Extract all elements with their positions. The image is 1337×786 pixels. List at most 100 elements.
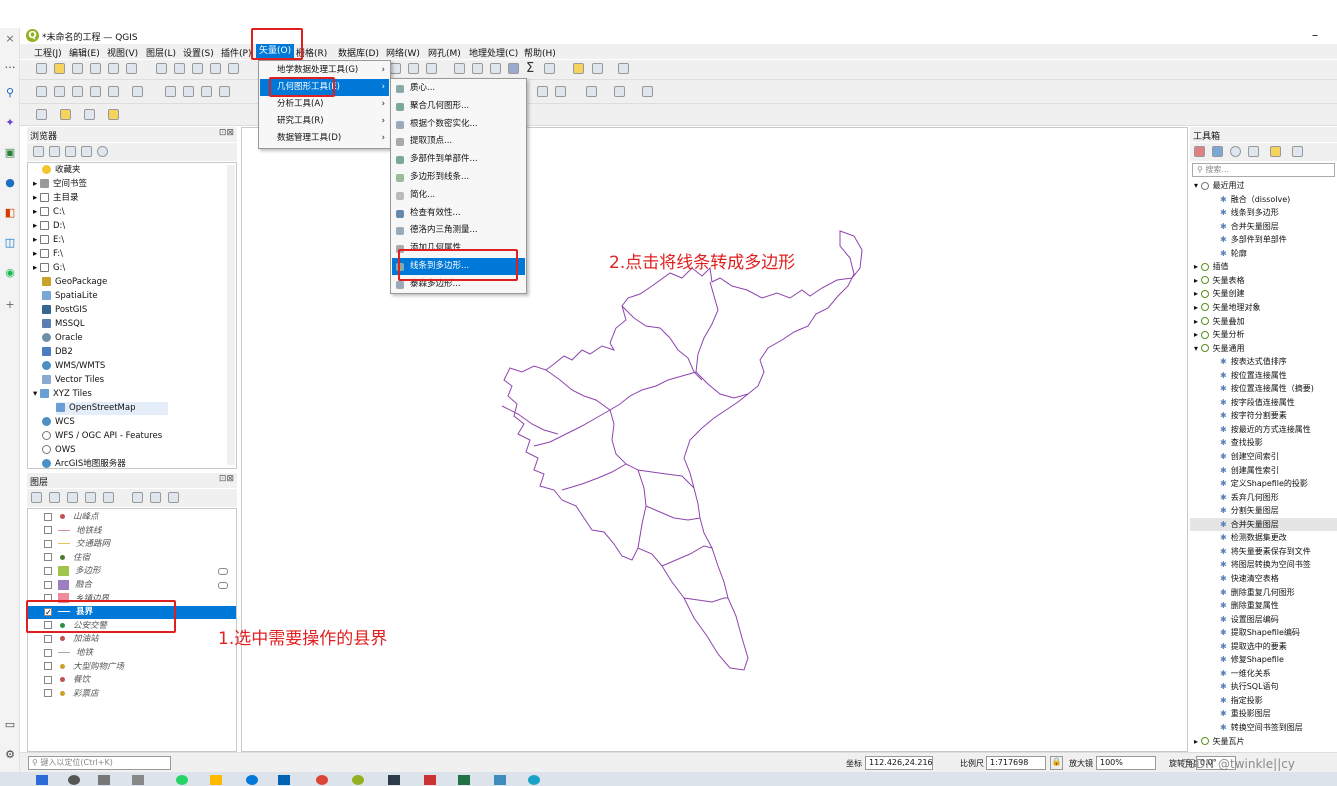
layer-row[interactable]: 加油站	[28, 633, 236, 646]
toolbox-algorithm[interactable]: ✱ 删除重复属性	[1220, 599, 1279, 612]
pan-to-selection-icon[interactable]	[174, 63, 185, 74]
add-csv-icon[interactable]	[108, 86, 119, 97]
map-canvas[interactable]	[241, 127, 1188, 752]
people-icon[interactable]: ●	[3, 176, 17, 190]
toolbox-group[interactable]: ▸ 矢量地理对象	[1194, 301, 1261, 314]
toolbox-algorithm[interactable]: ✱ 按位置连接属性	[1220, 369, 1287, 382]
toolbox-search-input[interactable]: ⚲ 搜索...	[1192, 163, 1335, 177]
toolbox-algorithm[interactable]: ✱ 指定投影	[1220, 694, 1263, 707]
browser-item[interactable]: DB2	[42, 346, 73, 359]
more-icon[interactable]: …	[3, 58, 17, 72]
toolbox-algorithm[interactable]: ✱ 转换空间书签到图层	[1220, 721, 1303, 734]
briefcase-icon[interactable]: ▣	[3, 146, 17, 160]
save-edits-icon[interactable]	[201, 86, 212, 97]
field-calculator-icon[interactable]	[490, 63, 501, 74]
toolbox-group[interactable]: ▸ 矢量创建	[1194, 287, 1245, 300]
toolbox-algorithm[interactable]: ✱ 删除重复几何图形	[1220, 586, 1295, 599]
toolbox-algorithm[interactable]: ✱ 一维化关系	[1220, 667, 1271, 680]
layer-row[interactable]: 彩票店	[28, 688, 236, 701]
browser-item[interactable]: OWS	[42, 444, 76, 457]
toolbox-algorithm[interactable]: ✱ 查找投影	[1220, 436, 1263, 449]
options-wrench-icon[interactable]	[1292, 146, 1303, 157]
info-icon[interactable]	[97, 146, 108, 157]
toolbox-algorithm[interactable]: ✱ 按字符分割要素	[1220, 409, 1287, 422]
layer-row[interactable]: 餐饮	[28, 674, 236, 687]
toolbox-algorithm[interactable]: ✱ 定义Shapefile的投影	[1220, 477, 1308, 490]
layer-visibility-checkbox[interactable]	[44, 526, 52, 535]
browser-item[interactable]: WMS/WMTS	[42, 360, 105, 373]
menu-item-analysis-tools[interactable]: 分析工具(A) ›	[260, 96, 389, 113]
add-group-icon[interactable]	[49, 492, 60, 503]
toolbox-algorithm[interactable]: ✱ 提取选中的要素	[1220, 640, 1287, 653]
toolbox-algorithm[interactable]: ✱ 合并矢量图层	[1190, 517, 1337, 531]
toolbox-group[interactable]: ▾ 最近用过	[1194, 179, 1245, 192]
new-project-icon[interactable]	[36, 63, 47, 74]
explorer-folder-icon[interactable]	[210, 775, 222, 785]
toolbox-algorithm[interactable]: ✱ 重投影图层	[1220, 707, 1271, 720]
submenu-item[interactable]: 聚合几何图形...	[392, 98, 525, 115]
edit-pencil-icon[interactable]	[165, 86, 176, 97]
filter-icon[interactable]	[85, 492, 96, 503]
layer-visibility-checkbox[interactable]	[44, 689, 52, 698]
submenu-item[interactable]: 多部件到单部件...	[392, 151, 525, 168]
outlook-icon[interactable]: ◫	[3, 236, 17, 250]
close-icon[interactable]: ×	[3, 32, 17, 46]
panel-close-icon[interactable]: ⊡⊠	[219, 128, 234, 138]
chevron-right-icon[interactable]: ▸	[1194, 737, 1201, 746]
layer-visibility-checkbox[interactable]	[44, 566, 52, 575]
plugin-icon[interactable]	[642, 86, 653, 97]
digitize-icon[interactable]	[132, 86, 143, 97]
add-icon[interactable]: +	[3, 298, 17, 312]
edge-icon[interactable]	[246, 775, 258, 785]
chrome-icon[interactable]	[316, 775, 328, 785]
panel-close-icon[interactable]: ⊡⊠	[219, 474, 234, 484]
browser-item[interactable]: OpenStreetMap	[56, 402, 168, 415]
menu-processing[interactable]: 地理处理(C)	[469, 46, 518, 59]
layer-visibility-checkbox[interactable]	[44, 512, 52, 521]
measure-icon[interactable]	[544, 63, 555, 74]
toolbox-algorithm[interactable]: ✱ 按位置连接属性（摘要)	[1220, 382, 1314, 395]
submenu-item[interactable]: 质心...	[392, 80, 525, 97]
magnifier-field[interactable]: 100%	[1096, 756, 1156, 770]
menu-item-data-management[interactable]: 数据管理工具(D) ›	[260, 130, 389, 147]
menu-view[interactable]: 视图(V)	[107, 46, 138, 59]
layout-manager-icon[interactable]	[126, 63, 137, 74]
zoom-out-icon[interactable]	[210, 63, 221, 74]
menu-mesh[interactable]: 网孔(M)	[428, 46, 461, 59]
browser-item[interactable]: ▾ XYZ Tiles	[33, 388, 92, 401]
gps-icon[interactable]	[586, 86, 597, 97]
submenu-item[interactable]: 提取顶点...	[392, 133, 525, 150]
add-selected-icon[interactable]	[33, 146, 44, 157]
arcgis-taskbar-icon[interactable]	[388, 775, 400, 785]
select-features-icon[interactable]	[36, 109, 47, 120]
expand-all-icon[interactable]	[132, 492, 143, 503]
manage-themes-icon[interactable]	[67, 492, 78, 503]
taskbar-app-icon[interactable]	[132, 775, 144, 785]
add-vector-icon[interactable]	[72, 86, 83, 97]
chevron-down-icon[interactable]: ▾	[1194, 181, 1201, 190]
qgis-taskbar-icon[interactable]	[352, 775, 364, 785]
layer-visibility-checkbox[interactable]	[44, 662, 52, 671]
chevron-right-icon[interactable]: ▸	[1194, 276, 1201, 285]
layer-row[interactable]: 多边形	[28, 565, 236, 578]
toolbox-group[interactable]: ▸ 矢量叠加	[1194, 315, 1245, 328]
style-icon[interactable]	[31, 492, 42, 503]
text-annotation-icon[interactable]	[618, 63, 629, 74]
refresh-icon[interactable]	[49, 146, 60, 157]
menu-project[interactable]: 工程(J)	[34, 46, 62, 59]
locator-search-input[interactable]: ⚲ 键入以定位(Ctrl+K)	[28, 756, 171, 770]
layer-row[interactable]: 地铁	[28, 647, 236, 660]
filter-expression-icon[interactable]	[103, 492, 114, 503]
toolbox-algorithm[interactable]: ✱ 将矢量要素保存到文件	[1220, 545, 1311, 558]
layer-row[interactable]: 地铁线	[28, 525, 236, 538]
layer-visibility-checkbox[interactable]	[44, 648, 52, 657]
browser-item[interactable]: 收藏夹	[42, 164, 81, 177]
task-view-icon[interactable]	[98, 775, 110, 785]
identify-icon[interactable]	[454, 63, 465, 74]
toolbox-algorithm[interactable]: ✱ 丢弃几何图形	[1220, 491, 1279, 504]
coordinate-field[interactable]: 112.426,24.216	[865, 756, 933, 770]
menu-layer[interactable]: 图层(L)	[146, 46, 176, 59]
add-feature-icon[interactable]	[219, 86, 230, 97]
toolbox-group[interactable]: ▸ 矢量分析	[1194, 328, 1245, 341]
submenu-item[interactable]: 根据个数密实化...	[392, 116, 525, 133]
